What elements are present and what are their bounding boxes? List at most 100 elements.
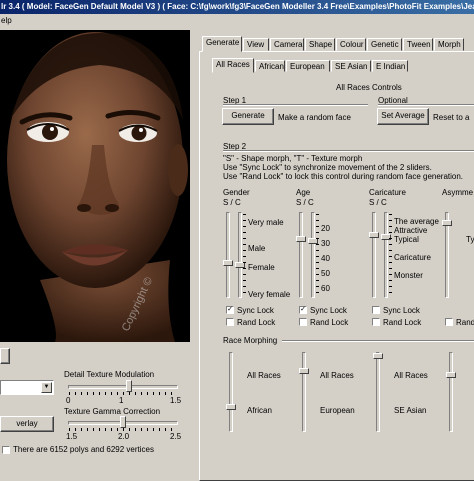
age-60: 60	[321, 284, 330, 293]
race-eindian-slider[interactable]	[446, 372, 456, 378]
gamma-slider[interactable]	[120, 416, 126, 428]
tab-generate[interactable]: Generate	[202, 36, 242, 52]
gamma-tick-2: 2.0	[118, 432, 130, 441]
menu-bar: elp	[0, 14, 474, 28]
asymmetry-rand-lock-label: Rand Lock	[456, 318, 474, 327]
age-20: 20	[321, 224, 330, 233]
race-eindian-track[interactable]	[449, 352, 453, 432]
subtab-european[interactable]: European	[286, 60, 330, 72]
gender-female: Female	[248, 263, 275, 272]
group-title: All Races Controls	[336, 83, 402, 92]
race-european-slider[interactable]	[299, 368, 309, 374]
gender-very-female: Very female	[248, 290, 291, 299]
gender-title: Gender	[223, 188, 250, 197]
caricature-caricature: Caricature	[394, 253, 431, 262]
age-rand-lock-checkbox[interactable]	[299, 318, 307, 326]
age-rand-lock-label: Rand Lock	[310, 318, 349, 327]
asymmetry-typical: Ty	[466, 235, 474, 244]
help-line-2: Use "Sync Lock" to synchronize movement …	[223, 163, 432, 172]
caricature-typical: Typical	[394, 235, 419, 244]
face-render: Copyright ©	[0, 30, 190, 342]
age-sync-lock-checkbox[interactable]: ✓	[299, 306, 307, 314]
race-seasian-bottom: SE Asian	[394, 406, 427, 415]
age-shape-track[interactable]	[299, 212, 303, 298]
help-line-3: Use "Rand Lock" to lock this control dur…	[223, 172, 464, 181]
subtab-e-indian[interactable]: E Indian	[372, 60, 408, 72]
caricature-rand-lock-label: Rand Lock	[383, 318, 422, 327]
detail-min-label: 0	[66, 396, 71, 405]
age-color-track[interactable]	[311, 212, 315, 298]
overlay-button-label: verlay	[16, 419, 38, 428]
race-african-top: All Races	[247, 371, 281, 380]
caricature-attractive: Attractive	[394, 226, 428, 235]
status-text: There are 6152 polys and 6292 vertices	[13, 445, 154, 454]
detail-texture-label: Detail Texture Modulation	[64, 370, 155, 379]
gamma-tick-3: 2.5	[170, 432, 182, 441]
render-mode-combo[interactable]: ▼	[0, 380, 54, 395]
detail-texture-slider[interactable]	[125, 380, 132, 392]
age-30: 30	[321, 239, 330, 248]
step1-divider	[223, 104, 368, 106]
subtab-all-races[interactable]: All Races	[212, 58, 254, 73]
gamma-tick-1: 1.5	[66, 432, 78, 441]
tab-colour[interactable]: Colour	[336, 38, 366, 51]
gender-male: Male	[248, 244, 266, 253]
asymmetry-rand-lock-checkbox[interactable]	[445, 318, 453, 326]
detail-texture-track[interactable]	[68, 385, 178, 389]
race-european-track[interactable]	[302, 352, 306, 432]
caricature-color-track[interactable]	[384, 212, 388, 298]
tab-morph[interactable]: Morph	[434, 38, 464, 51]
subtab-african[interactable]: African	[255, 60, 285, 72]
race-african-track[interactable]	[229, 352, 233, 432]
gamma-ticks	[69, 428, 177, 431]
overlay-button[interactable]: verlay	[0, 416, 54, 432]
face-viewport[interactable]: Copyright ©	[0, 30, 190, 342]
chevron-down-icon[interactable]: ▼	[41, 382, 52, 393]
age-sync-lock-label: Sync Lock	[310, 306, 347, 315]
caricature-sc: S / C	[369, 198, 387, 207]
tab-shape[interactable]: Shape	[305, 38, 335, 51]
race-seasian-slider[interactable]	[373, 353, 383, 359]
caricature-sync-lock-label: Sync Lock	[383, 306, 420, 315]
race-african-slider[interactable]	[226, 404, 236, 410]
menu-help[interactable]: elp	[1, 16, 12, 25]
race-morphing-title: Race Morphing	[223, 336, 278, 345]
caricature-average: The average	[394, 217, 439, 226]
age-50: 50	[321, 269, 330, 278]
subtab-se-asian[interactable]: SE Asian	[331, 60, 371, 72]
caricature-ticks	[389, 214, 392, 296]
caricature-rand-lock-checkbox[interactable]	[372, 318, 380, 326]
age-40: 40	[321, 254, 330, 263]
caricature-title: Caricature	[369, 188, 406, 197]
detail-mid-label: 1	[119, 396, 124, 405]
gender-color-track[interactable]	[238, 212, 242, 298]
set-average-button-label: Set Average	[381, 111, 425, 120]
gender-rand-lock-checkbox[interactable]	[226, 318, 234, 326]
caricature-shape-slider[interactable]	[369, 232, 379, 238]
gender-shape-slider[interactable]	[223, 260, 233, 266]
race-european-top: All Races	[320, 371, 354, 380]
generate-button[interactable]: Generate	[222, 108, 274, 125]
age-ticks	[316, 214, 319, 296]
tab-view[interactable]: View	[243, 38, 269, 51]
gender-rand-lock-label: Rand Lock	[237, 318, 276, 327]
race-morphing-divider	[282, 340, 474, 342]
set-average-button[interactable]: Set Average	[377, 108, 429, 125]
race-seasian-track[interactable]	[376, 352, 380, 432]
gender-shape-track[interactable]	[226, 212, 230, 298]
caricature-shape-track[interactable]	[372, 212, 376, 298]
race-european-bottom: European	[320, 406, 355, 415]
asymmetry-slider[interactable]	[442, 220, 452, 226]
caricature-monster: Monster	[394, 271, 423, 280]
tab-tween[interactable]: Tween	[403, 38, 433, 51]
gamma-label: Texture Gamma Correction	[64, 407, 161, 416]
small-button[interactable]	[0, 348, 10, 364]
detail-max-label: 1.5	[170, 396, 182, 405]
gender-sync-lock-checkbox[interactable]: ✓	[226, 306, 234, 314]
control-panel: Generate View Camera Shape Colour Genetic Twee…	[196, 30, 474, 481]
caricature-sync-lock-checkbox[interactable]	[372, 306, 380, 314]
age-shape-slider[interactable]	[296, 236, 306, 242]
tab-camera[interactable]: Camera	[270, 38, 304, 51]
age-title: Age	[296, 188, 311, 197]
tab-genetic[interactable]: Genetic	[367, 38, 402, 51]
